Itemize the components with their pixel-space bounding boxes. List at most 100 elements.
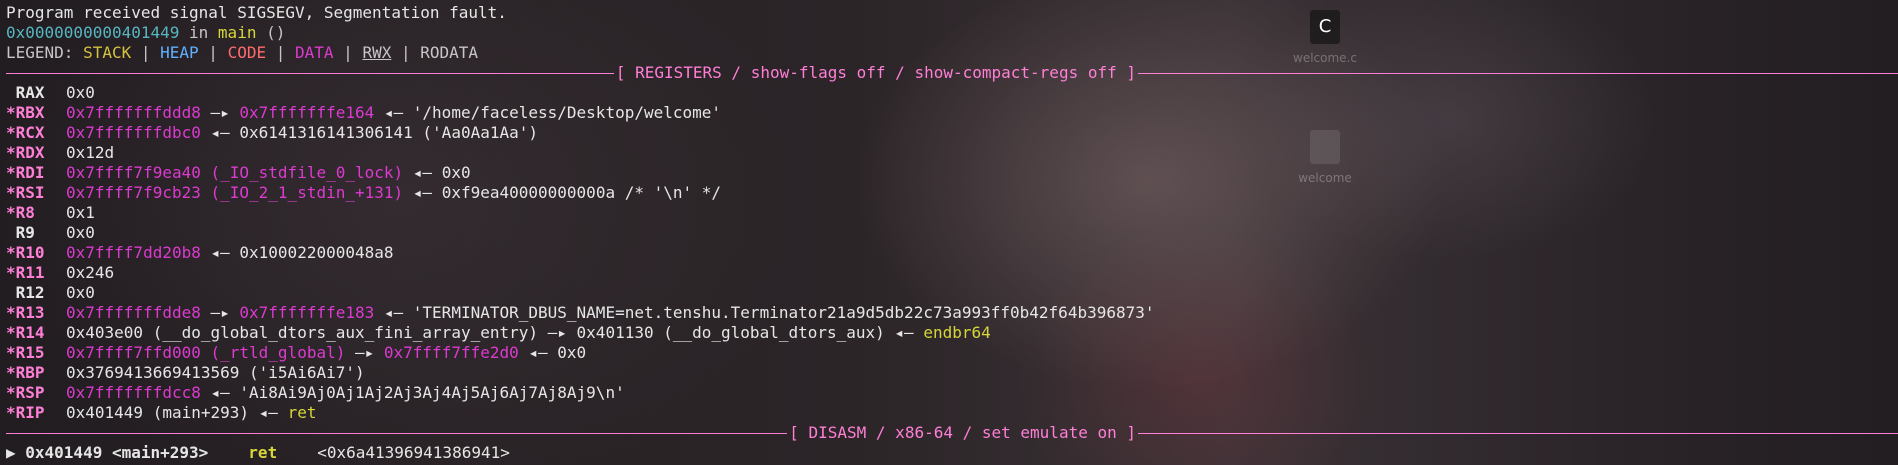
register-row: *RBP 0x3769413669413569 ('i5Ai6Ai7') (6, 363, 1898, 383)
register-label: *RDX (6, 143, 66, 163)
register-changed-mark: * (6, 143, 16, 162)
register-deref: ◂— 0x0 (403, 163, 471, 182)
register-value: 0x7ffff7ffd000 (66, 343, 201, 362)
register-label: *RBP (6, 363, 66, 383)
register-label: *R15 (6, 343, 66, 363)
disasm-header: [ DISASM / x86-64 / set emulate on ] (789, 423, 1136, 442)
register-name: RDX (15, 143, 45, 162)
legend-sep: | (266, 43, 296, 62)
register-name: RIP (15, 403, 45, 422)
register-name: RAX (15, 83, 45, 102)
register-row: *RSP 0x7fffffffdcc8 ◂— 'Ai8Ai9Aj0Aj1Aj2Aj… (6, 383, 1898, 403)
register-row: *RDX 0x12d (6, 143, 1898, 163)
register-changed-mark: * (6, 303, 16, 322)
terminal-output[interactable]: Program received signal SIGSEGV, Segment… (6, 3, 1898, 463)
legend-code: CODE (227, 43, 267, 62)
register-row: *R8 0x1 (6, 203, 1898, 223)
register-row: *RSI 0x7ffff7f9cb23 (_IO_2_1_stdin_+131) … (6, 183, 1898, 203)
disasm-current-line: ▶ 0x401449 <main+293> ret <0x6a41396941386… (6, 443, 1898, 463)
legend-sep: | (391, 43, 421, 62)
register-value: 0x7ffff7dd20b8 (66, 243, 201, 262)
register-label: R9 (6, 223, 66, 243)
register-name: RBP (15, 363, 45, 382)
register-changed-mark: * (6, 103, 16, 122)
register-value: 0x7fffffffdcc8 (66, 383, 201, 402)
register-deref: ◂— 0x100022000048a8 (200, 243, 394, 262)
register-row: R12 0x0 (6, 283, 1898, 303)
register-symbol: (_IO_2_1_stdin_+131) (200, 183, 404, 202)
register-row: *R15 0x7ffff7ffd000 (_rtld_global) —▸ 0x7… (6, 343, 1898, 363)
register-code: endbr64 (923, 323, 991, 342)
registers-list: RAX 0x0 *RBX 0x7fffffffddd8 —▸ 0x7fffffffe1… (6, 83, 1898, 423)
register-deref: ◂— (249, 403, 288, 422)
register-value: 0x403e00 (__do_global_dtors_aux_fini_arr… (66, 323, 924, 342)
register-label: *RCX (6, 123, 66, 143)
register-deref-value: 0x7ffff7ffe2d0 (383, 343, 519, 362)
legend-prefix: LEGEND: (6, 43, 84, 62)
registers-header: [ REGISTERS / show-flags off / show-comp… (615, 63, 1136, 82)
register-value: 0x3769413669413569 ('i5Ai6Ai7') (66, 363, 365, 382)
legend-rodata: RODATA (420, 43, 479, 62)
current-instruction-marker: ▶ (6, 443, 26, 462)
disasm-separator: [ DISASM / x86-64 / set emulate on ] (6, 423, 1898, 443)
register-name: RCX (15, 123, 45, 142)
register-changed-mark: * (6, 263, 16, 282)
legend-data: DATA (295, 43, 334, 62)
register-changed-mark: * (6, 163, 16, 182)
registers-separator: [ REGISTERS / show-flags off / show-comp… (6, 63, 1898, 83)
register-changed-mark (6, 83, 16, 102)
register-changed-mark: * (6, 203, 16, 222)
register-name: R12 (15, 283, 45, 302)
register-changed-mark (6, 223, 16, 242)
register-changed-mark: * (6, 323, 16, 342)
register-row: R9 0x0 (6, 223, 1898, 243)
register-name: R9 (15, 223, 35, 242)
register-label: *RBX (6, 103, 66, 123)
register-row: *R14 0x403e00 (__do_global_dtors_aux_fini… (6, 323, 1898, 343)
register-name: RSP (15, 383, 45, 402)
register-row: *RBX 0x7fffffffddd8 —▸ 0x7fffffffe164 ◂— … (6, 103, 1898, 123)
register-value: 0x7ffff7f9cb23 (66, 183, 201, 202)
register-name: R11 (15, 263, 45, 282)
frame-in: in (179, 23, 218, 42)
register-row: *R13 0x7fffffffdde8 —▸ 0x7fffffffe183 ◂— … (6, 303, 1898, 323)
legend-stack: STACK (83, 43, 132, 62)
register-deref: ◂— 'Ai8Ai9Aj0Aj1Aj2Aj3Aj4Aj5Aj6Aj7Aj8Aj9… (200, 383, 625, 402)
register-value: 0x0 (66, 223, 95, 242)
register-label: *R13 (6, 303, 66, 323)
register-value: 0x246 (66, 263, 115, 282)
legend-heap: HEAP (160, 43, 199, 62)
register-changed-mark: * (6, 183, 16, 202)
register-row: *R10 0x7ffff7dd20b8 ◂— 0x100022000048a8 (6, 243, 1898, 263)
register-value: 0x12d (66, 143, 115, 162)
disasm-address: 0x401449 <main+293> (25, 443, 209, 462)
pointer-arrow: —▸ (200, 303, 240, 322)
register-name: R15 (15, 343, 45, 362)
register-value: 0x7fffffffdde8 (66, 303, 201, 322)
register-changed-mark: * (6, 363, 16, 382)
register-changed-mark: * (6, 383, 16, 402)
legend-sep: | (198, 43, 228, 62)
disasm-operand: <0x6a41396941386941> (317, 443, 510, 462)
register-deref-value: 0x7fffffffe164 (239, 103, 375, 122)
pointer-arrow: —▸ (345, 343, 384, 362)
register-label: *R8 (6, 203, 66, 223)
register-name: RSI (15, 183, 45, 202)
register-label: *RIP (6, 403, 66, 423)
register-deref: ◂— 0x0 (518, 343, 587, 362)
register-value: 0x7ffff7f9ea40 (66, 163, 201, 182)
register-changed-mark: * (6, 403, 16, 422)
legend-sep: | (131, 43, 161, 62)
register-deref: ◂— '/home/faceless/Desktop/welcome' (374, 103, 722, 122)
register-label: R12 (6, 283, 66, 303)
register-deref-value: 0x7fffffffe183 (239, 303, 375, 322)
register-label: *R11 (6, 263, 66, 283)
register-row: *RDI 0x7ffff7f9ea40 (_IO_stdfile_0_lock) … (6, 163, 1898, 183)
register-value: 0x401449 (main+293) (66, 403, 250, 422)
register-deref: ◂— 'TERMINATOR_DBUS_NAME=net.tenshu.Term… (374, 303, 1155, 322)
register-name: R13 (15, 303, 45, 322)
register-name: R14 (15, 323, 45, 342)
signal-message: Program received signal SIGSEGV, Segment… (6, 3, 507, 22)
register-row: *R11 0x246 (6, 263, 1898, 283)
register-value: 0x0 (66, 83, 95, 102)
